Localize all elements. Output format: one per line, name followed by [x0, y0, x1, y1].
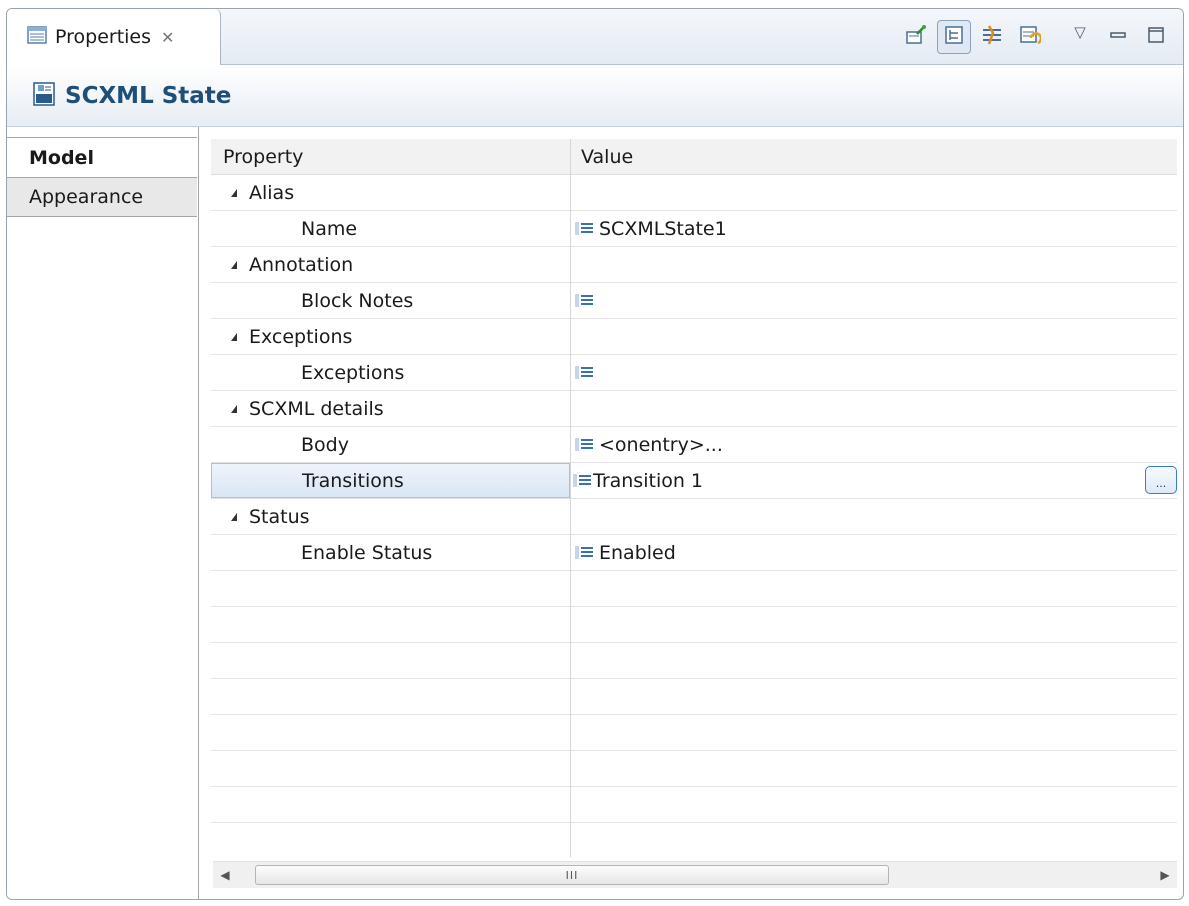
column-separator[interactable] — [570, 139, 571, 857]
property-label: Exceptions — [301, 361, 405, 384]
grid-header: Property Value — [211, 139, 1177, 175]
horizontal-scrollbar[interactable]: ◀ III ▶ — [213, 861, 1177, 888]
property-label: Enable Status — [301, 541, 433, 564]
empty-row — [211, 751, 1177, 787]
view-toolbar: ▽ — [897, 9, 1183, 65]
property-label: Alias — [249, 181, 295, 204]
view-tab-bar: Properties ✕ ▽ — [7, 9, 1183, 65]
pin-editor-icon — [905, 24, 927, 50]
property-label: Exceptions — [249, 325, 353, 348]
property-row-body[interactable]: Body <onentry>... — [211, 427, 1177, 463]
property-label: SCXML details — [249, 397, 384, 420]
scroll-right-icon[interactable]: ▶ — [1153, 862, 1177, 888]
show-categories-icon — [944, 25, 964, 49]
text-value-icon — [575, 222, 593, 235]
expand-triangle-icon[interactable] — [231, 332, 237, 341]
text-value-icon — [575, 438, 593, 451]
category-row-alias[interactable]: Alias — [211, 175, 1177, 211]
empty-row — [211, 679, 1177, 715]
tab-appearance[interactable]: Appearance — [7, 177, 197, 217]
properties-tab[interactable]: Properties ✕ — [7, 9, 221, 65]
empty-row — [211, 643, 1177, 679]
properties-view-icon — [27, 26, 47, 48]
minimize-button[interactable] — [1101, 20, 1135, 54]
property-label: Annotation — [249, 253, 354, 276]
view-menu-button[interactable]: ▽ — [1063, 20, 1097, 54]
side-tab-list: Model Appearance — [7, 127, 199, 899]
property-value[interactable]: Enabled — [599, 542, 676, 564]
restore-default-icon — [1019, 24, 1043, 50]
property-label: Block Notes — [301, 289, 414, 312]
close-tab-icon[interactable]: ✕ — [161, 28, 174, 47]
edit-transitions-button[interactable]: ... — [1145, 466, 1177, 494]
property-row-block-notes[interactable]: Block Notes — [211, 283, 1177, 319]
restore-default-button[interactable] — [1013, 20, 1047, 54]
expand-triangle-icon[interactable] — [231, 260, 237, 269]
column-header-value[interactable]: Value — [581, 146, 633, 168]
text-value-icon — [575, 294, 593, 307]
properties-view: Properties ✕ ▽ SCXML State Model Appeara… — [6, 8, 1184, 900]
tab-model[interactable]: Model — [7, 137, 197, 177]
property-row-enable-status[interactable]: Enable Status Enabled — [211, 535, 1177, 571]
minimize-icon — [1109, 26, 1127, 48]
scroll-left-icon[interactable]: ◀ — [213, 862, 237, 888]
property-label: Name — [301, 217, 358, 240]
property-value[interactable]: <onentry>... — [599, 434, 723, 456]
expand-triangle-icon[interactable] — [231, 404, 237, 413]
maximize-icon — [1146, 25, 1166, 49]
property-grid: Property Value Alias Name SCXMLState1 An… — [211, 139, 1177, 857]
text-value-icon — [575, 366, 593, 379]
property-row-exceptions[interactable]: Exceptions — [211, 355, 1177, 391]
maximize-button[interactable] — [1139, 20, 1173, 54]
text-value-icon — [573, 474, 591, 487]
show-categories-button[interactable] — [937, 20, 971, 54]
expand-triangle-icon[interactable] — [231, 512, 237, 521]
property-row-transitions[interactable]: Transitions Transition 1 ... — [211, 463, 1177, 499]
empty-row — [211, 571, 1177, 607]
view-menu-icon: ▽ — [1074, 23, 1086, 41]
property-row-name[interactable]: Name SCXMLState1 — [211, 211, 1177, 247]
empty-row — [211, 607, 1177, 643]
text-value-icon — [575, 546, 593, 559]
empty-row — [211, 823, 1177, 857]
category-row-exceptions[interactable]: Exceptions — [211, 319, 1177, 355]
scxml-icon — [33, 81, 55, 110]
property-value[interactable]: SCXMLState1 — [599, 218, 727, 240]
category-row-status[interactable]: Status — [211, 499, 1177, 535]
scrollbar-thumb[interactable]: III — [255, 865, 889, 885]
property-label: Status — [249, 505, 310, 528]
properties-header: SCXML State — [7, 65, 1183, 127]
header-title: SCXML State — [65, 82, 232, 109]
column-header-property[interactable]: Property — [223, 146, 303, 168]
property-label: Body — [301, 433, 349, 456]
empty-row — [211, 787, 1177, 823]
empty-row — [211, 715, 1177, 751]
property-label: Transitions — [302, 469, 404, 492]
show-advanced-icon — [980, 23, 1004, 51]
category-row-annotation[interactable]: Annotation — [211, 247, 1177, 283]
expand-triangle-icon[interactable] — [231, 188, 237, 197]
pin-editor-button[interactable] — [899, 20, 933, 54]
properties-tab-title: Properties — [55, 26, 152, 48]
category-row-scxml-details[interactable]: SCXML details — [211, 391, 1177, 427]
property-value[interactable]: Transition 1 — [593, 470, 703, 492]
show-advanced-button[interactable] — [975, 20, 1009, 54]
